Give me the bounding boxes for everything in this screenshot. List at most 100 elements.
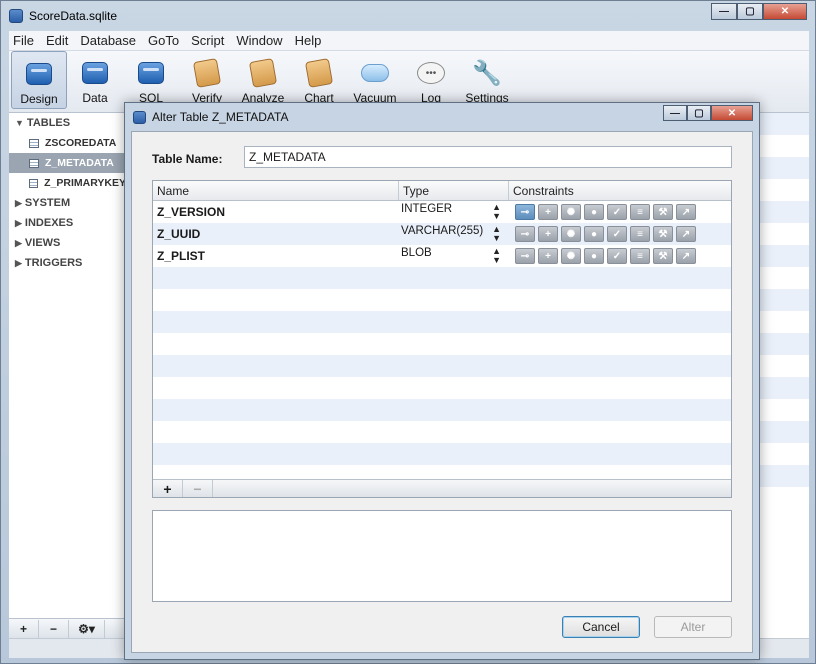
wrench-icon[interactable]: ⚒ xyxy=(653,204,673,220)
analyze-icon xyxy=(248,58,278,88)
empty-row xyxy=(153,377,731,399)
toolbar-analyze-button[interactable]: Analyze xyxy=(235,51,291,109)
columns-grid-header: Name Type Constraints xyxy=(153,181,731,201)
type-spinner-icon[interactable]: ▲ ▼ xyxy=(492,247,501,265)
toolbar-vacuum-button[interactable]: Vacuum xyxy=(347,51,403,109)
alter-button[interactable]: Alter xyxy=(654,616,732,638)
pin-icon[interactable]: ● xyxy=(584,248,604,264)
window-titlebar: ScoreData.sqlite — ▢ ✕ xyxy=(1,1,815,31)
sidebar-group-tables[interactable]: ▼ TABLES xyxy=(9,113,126,133)
empty-row xyxy=(153,443,731,465)
empty-row xyxy=(153,355,731,377)
pin-icon[interactable]: ● xyxy=(584,226,604,242)
toolbar-sql-button[interactable]: SQL xyxy=(123,51,179,109)
sidebar-group-views[interactable]: ▶ VIEWS xyxy=(9,233,126,253)
constraint-buttons: ⊸ + ✺ ● ✓ ≡ ⚒ ↗ xyxy=(509,226,731,242)
column-name[interactable]: Z_UUID xyxy=(153,227,399,241)
empty-row xyxy=(153,267,731,289)
dialog-minimize-button[interactable]: — xyxy=(663,105,687,121)
table-name-input[interactable]: Z_METADATA xyxy=(244,146,732,168)
sql-icon xyxy=(137,59,165,87)
window-title: ScoreData.sqlite xyxy=(29,9,118,23)
column-type[interactable]: BLOB xyxy=(401,247,432,265)
toolbar-log-button[interactable]: ••• Log xyxy=(403,51,459,109)
menu-script[interactable]: Script xyxy=(191,33,224,48)
menu-database[interactable]: Database xyxy=(80,33,136,48)
table-row[interactable]: Z_PLIST BLOB ▲ ▼ ⊸ + ✺ ● ✓ ≡ ⚒ ↗ xyxy=(153,245,731,267)
dialog-maximize-button[interactable]: ▢ xyxy=(687,105,711,121)
expanded-triangle-icon: ▼ xyxy=(15,118,24,128)
columns-grid-footer: + − xyxy=(153,479,731,497)
dialog-close-button[interactable]: ✕ xyxy=(711,105,753,121)
column-type[interactable]: VARCHAR(255) xyxy=(401,225,483,243)
foreign-key-icon[interactable]: ↗ xyxy=(676,248,696,264)
autoincrement-icon[interactable]: + xyxy=(538,226,558,242)
add-table-button[interactable]: + xyxy=(9,619,39,638)
foreign-key-icon[interactable]: ↗ xyxy=(676,204,696,220)
column-type[interactable]: INTEGER xyxy=(401,203,452,221)
close-button[interactable]: ✕ xyxy=(763,3,807,20)
menu-goto[interactable]: GoTo xyxy=(148,33,179,48)
sql-preview-area[interactable] xyxy=(152,510,732,602)
sidebar-item-z-primarykey[interactable]: Z_PRIMARYKEY xyxy=(9,173,126,193)
data-icon xyxy=(81,59,109,87)
type-spinner-icon[interactable]: ▲ ▼ xyxy=(492,225,501,243)
table-row[interactable]: Z_VERSION INTEGER ▲ ▼ ⊸ + ✺ ● ✓ ≡ ⚒ ↗ xyxy=(153,201,731,223)
sidebar-group-system[interactable]: ▶ SYSTEM xyxy=(9,193,126,213)
empty-row xyxy=(153,399,731,421)
primary-key-icon[interactable]: ⊸ xyxy=(515,204,535,220)
header-name[interactable]: Name xyxy=(153,181,399,200)
sidebar-item-z-metadata[interactable]: Z_METADATA xyxy=(9,153,126,173)
check-icon[interactable]: ✓ xyxy=(607,226,627,242)
primary-key-icon[interactable]: ⊸ xyxy=(515,226,535,242)
menu-help[interactable]: Help xyxy=(295,33,322,48)
autoincrement-icon[interactable]: + xyxy=(538,204,558,220)
primary-key-icon[interactable]: ⊸ xyxy=(515,248,535,264)
table-row[interactable]: Z_UUID VARCHAR(255) ▲ ▼ ⊸ + ✺ ● ✓ ≡ ⚒ ↗ xyxy=(153,223,731,245)
menu-bar: File Edit Database GoTo Script Window He… xyxy=(9,31,809,51)
toolbar-design-button[interactable]: Design xyxy=(11,51,67,109)
column-name[interactable]: Z_PLIST xyxy=(153,249,399,263)
pin-icon[interactable]: ● xyxy=(584,204,604,220)
maximize-button[interactable]: ▢ xyxy=(737,3,763,20)
sidebar-group-triggers[interactable]: ▶ TRIGGERS xyxy=(9,253,126,273)
check-icon[interactable]: ✓ xyxy=(607,204,627,220)
default-icon[interactable]: ✺ xyxy=(561,204,581,220)
constraint-buttons: ⊸ + ✺ ● ✓ ≡ ⚒ ↗ xyxy=(509,204,731,220)
header-constraints[interactable]: Constraints xyxy=(509,181,731,200)
list-icon[interactable]: ≡ xyxy=(630,226,650,242)
header-type[interactable]: Type xyxy=(399,181,509,200)
gear-icon[interactable]: ⚙▾ xyxy=(69,619,105,638)
menu-window[interactable]: Window xyxy=(236,33,282,48)
add-column-button[interactable]: + xyxy=(153,480,183,497)
collapsed-triangle-icon: ▶ xyxy=(15,257,22,268)
minimize-button[interactable]: — xyxy=(711,3,737,20)
default-icon[interactable]: ✺ xyxy=(561,248,581,264)
table-icon xyxy=(29,158,39,168)
menu-edit[interactable]: Edit xyxy=(46,33,68,48)
toolbar-verify-button[interactable]: Verify xyxy=(179,51,235,109)
sidebar-group-indexes[interactable]: ▶ INDEXES xyxy=(9,213,126,233)
cancel-button[interactable]: Cancel xyxy=(562,616,640,638)
foreign-key-icon[interactable]: ↗ xyxy=(676,226,696,242)
list-icon[interactable]: ≡ xyxy=(630,248,650,264)
wrench-icon[interactable]: ⚒ xyxy=(653,226,673,242)
wrench-icon[interactable]: ⚒ xyxy=(653,248,673,264)
column-name[interactable]: Z_VERSION xyxy=(153,205,399,219)
empty-row xyxy=(153,311,731,333)
remove-column-button[interactable]: − xyxy=(183,480,213,497)
toolbar-chart-button[interactable]: Chart xyxy=(291,51,347,109)
check-icon[interactable]: ✓ xyxy=(607,248,627,264)
type-spinner-icon[interactable]: ▲ ▼ xyxy=(492,203,501,221)
design-icon xyxy=(25,60,53,88)
autoincrement-icon[interactable]: + xyxy=(538,248,558,264)
toolbar-data-button[interactable]: Data xyxy=(67,51,123,109)
default-icon[interactable]: ✺ xyxy=(561,226,581,242)
alter-table-dialog: Alter Table Z_METADATA — ▢ ✕ Table Name:… xyxy=(124,102,760,660)
list-icon[interactable]: ≡ xyxy=(630,204,650,220)
log-icon: ••• xyxy=(417,59,445,87)
remove-table-button[interactable]: − xyxy=(39,619,69,638)
toolbar-settings-button[interactable]: 🔧 Settings xyxy=(459,51,515,109)
sidebar-item-zscoredata[interactable]: ZSCOREDATA xyxy=(9,133,126,153)
menu-file[interactable]: File xyxy=(13,33,34,48)
